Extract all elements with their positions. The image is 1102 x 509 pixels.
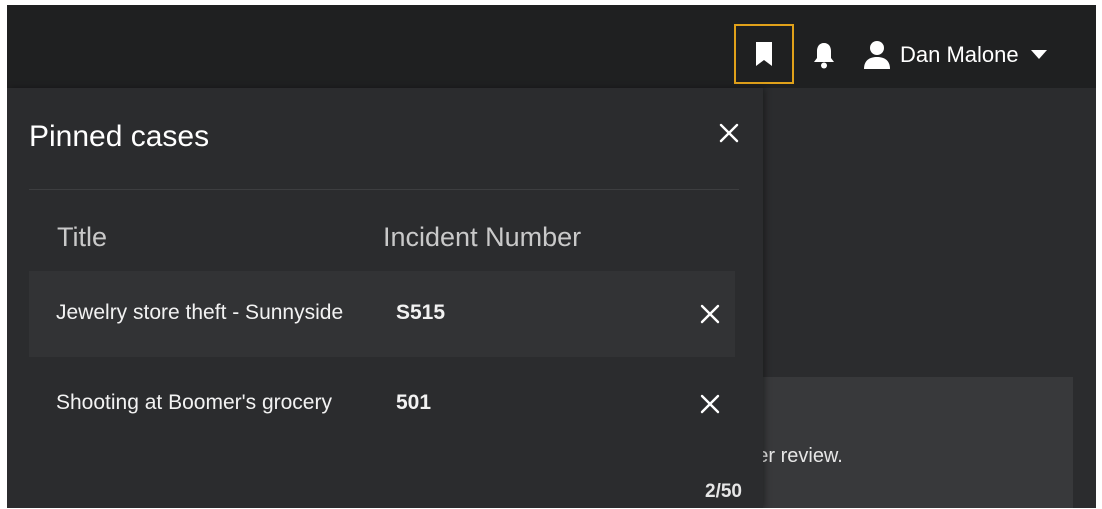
- table-row[interactable]: Jewelry store theft - Sunnyside S515: [29, 271, 735, 357]
- unpin-case-button[interactable]: [697, 391, 723, 417]
- incident-number: 501: [396, 391, 432, 414]
- notifications-button[interactable]: [807, 38, 841, 72]
- pinned-cases-panel: Pinned cases Title Incident Number Jewel…: [7, 88, 763, 508]
- user-icon: [864, 41, 890, 69]
- background-card: [747, 377, 1073, 508]
- table-row[interactable]: Shooting at Boomer's grocery 501: [29, 361, 735, 447]
- app-window: Dan Malone nder review. Pinned cases Tit…: [7, 5, 1096, 508]
- unpin-case-button[interactable]: [697, 301, 723, 327]
- column-header-incident-number: Incident Number: [383, 222, 582, 252]
- close-icon: [700, 394, 720, 414]
- column-header-title: Title: [57, 222, 108, 252]
- close-icon: [700, 304, 720, 324]
- close-icon: [719, 123, 739, 143]
- user-menu[interactable]: Dan Malone: [863, 38, 1047, 72]
- user-name: Dan Malone: [900, 42, 1019, 67]
- pinned-count: 2/50: [705, 481, 742, 502]
- top-bar: Dan Malone: [7, 5, 1096, 88]
- bookmark-icon: [756, 42, 772, 66]
- bell-icon: [814, 43, 834, 69]
- pinned-cases-button[interactable]: [734, 24, 794, 84]
- case-title: Jewelry store theft - Sunnyside: [56, 301, 344, 324]
- caret-down-icon: [1030, 50, 1047, 59]
- panel-divider: [29, 189, 739, 190]
- panel-title: Pinned cases: [29, 120, 210, 153]
- close-panel-button[interactable]: [715, 119, 743, 147]
- case-title: Shooting at Boomer's grocery: [56, 391, 332, 414]
- incident-number: S515: [396, 301, 446, 324]
